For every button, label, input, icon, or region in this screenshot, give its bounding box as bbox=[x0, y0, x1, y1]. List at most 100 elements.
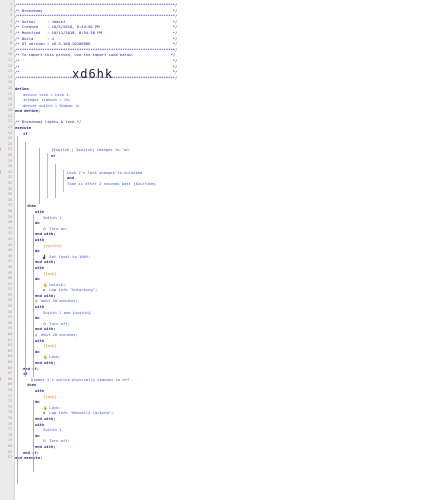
code-token: do bbox=[35, 248, 40, 254]
code-token: /* */ bbox=[15, 63, 178, 69]
code-token: do bbox=[35, 348, 40, 354]
code-token: Switch 1 bbox=[43, 427, 62, 433]
code-area[interactable]: 1/**************************************… bbox=[0, 2, 415, 461]
code-token: end define; bbox=[15, 108, 41, 114]
line-content: /* */ bbox=[15, 64, 177, 69]
code-token: {switch} bbox=[43, 242, 62, 248]
line-content: Switch 1 bbox=[43, 427, 61, 432]
code-token: Unlock; bbox=[49, 281, 66, 287]
code-token: /* */ bbox=[15, 57, 178, 63]
line-content: with bbox=[35, 338, 44, 343]
line-content: do bbox=[35, 399, 40, 404]
power-icon: ⏻ bbox=[43, 439, 46, 444]
line-content: ▮ Log info "Unlocking"; bbox=[43, 287, 97, 292]
code-token: integer timeout = 20; bbox=[23, 97, 72, 103]
line-content: end with; bbox=[35, 259, 56, 264]
code-token: /* To import this piston, use the import… bbox=[15, 52, 176, 58]
code-token: or bbox=[51, 153, 56, 159]
code-token: end with; bbox=[35, 292, 56, 298]
line-content: {$switch | $switch} changes to 'on' bbox=[51, 147, 131, 152]
code-token: do bbox=[35, 220, 40, 226]
line-content: Time is after 2 seconds past {$curtime} bbox=[67, 181, 156, 186]
code-token: device switch = Dimmer 4; bbox=[23, 102, 81, 108]
line-content: do bbox=[35, 433, 40, 438]
lock-icon: 🔒 bbox=[43, 355, 48, 360]
code-token: /* Build : 4 */ bbox=[15, 35, 178, 41]
line-content: 🔒 Lock; bbox=[43, 405, 61, 410]
power-icon: ⏻ bbox=[43, 226, 46, 231]
line-content: with bbox=[35, 304, 44, 309]
code-token: end with; bbox=[35, 443, 56, 449]
code-token: Set level to 100%; bbox=[49, 253, 91, 259]
line-content: end define; bbox=[15, 108, 40, 113]
line-content: 🔒 Unlock; bbox=[43, 282, 65, 287]
code-token: Log info "Unlocking"; bbox=[49, 287, 98, 293]
line-content: {lock} bbox=[43, 394, 57, 399]
line-content: /***************************************… bbox=[15, 2, 177, 7]
code-token: /* Author : JamieJ */ bbox=[15, 18, 178, 24]
code-token: then bbox=[27, 382, 37, 388]
code-token: then bbox=[27, 203, 37, 209]
line-content: /***************************************… bbox=[15, 47, 177, 52]
code-token: define bbox=[15, 85, 29, 91]
line-number: 82 bbox=[7, 455, 12, 460]
level-icon: ▟ bbox=[43, 254, 46, 259]
line-content: {switch} bbox=[43, 243, 61, 248]
line-content: Switch 1 and {switch} bbox=[43, 310, 91, 315]
code-token: with bbox=[35, 264, 45, 270]
line-content: if bbox=[23, 131, 28, 136]
line-content: Switch 1 bbox=[43, 215, 61, 220]
code-token: and bbox=[67, 175, 74, 181]
code-token: {lock} bbox=[43, 343, 57, 349]
line-content: device switch = Dimmer 4; bbox=[23, 103, 80, 108]
block-guide bbox=[55, 164, 56, 198]
code-token: Turn off; bbox=[49, 320, 70, 326]
line-content: end with; bbox=[35, 293, 56, 298]
code-token: with bbox=[35, 236, 45, 242]
line-content: /***************************************… bbox=[15, 75, 177, 80]
code-token: Log info "Manually locking"; bbox=[49, 410, 114, 416]
line-content: with bbox=[35, 237, 44, 242]
log-icon: ▮ bbox=[43, 411, 46, 416]
lock-icon: 🔒 bbox=[43, 282, 48, 287]
code-token: Dimmer 1's switch physically changes to … bbox=[31, 376, 130, 382]
code-token: /* */ bbox=[15, 69, 178, 75]
code-token: end if; bbox=[23, 449, 40, 455]
code-token: /* UI version : v0.3.108.20180906 */ bbox=[15, 41, 178, 47]
line-content: {lock} bbox=[43, 271, 57, 276]
code-token: end with; bbox=[35, 231, 56, 237]
code-token: do bbox=[35, 399, 40, 405]
code-token: /* Breezeway */ bbox=[15, 7, 178, 13]
line-content: /* Build : 4 */ bbox=[15, 36, 177, 41]
power-icon: ⏻ bbox=[43, 321, 46, 326]
block-guide bbox=[47, 153, 48, 198]
block-guide bbox=[17, 136, 18, 484]
line-content: end with; bbox=[35, 444, 56, 449]
code-token: do bbox=[35, 432, 40, 438]
block-guide bbox=[63, 170, 64, 193]
line-content: ◷ Wait 20 minutes; bbox=[35, 298, 78, 303]
line-content: end with; bbox=[35, 416, 56, 421]
code-token: with bbox=[35, 337, 45, 343]
code-token: /* Breezeway lights & lock */ bbox=[15, 119, 82, 125]
line-content: ⏻ Turn on; bbox=[43, 226, 68, 231]
line-content: /* */ bbox=[15, 69, 177, 74]
line-content: then bbox=[27, 203, 36, 208]
log-icon: ▮ bbox=[43, 288, 46, 293]
block-guide bbox=[33, 214, 34, 378]
line-content: ▟ Set level to 100%; bbox=[43, 254, 90, 259]
code-token: with bbox=[35, 387, 45, 393]
code-token: Turn on; bbox=[49, 225, 68, 231]
line-content: integer timeout = 20; bbox=[23, 97, 71, 102]
block-guide bbox=[33, 399, 34, 473]
line-content: define bbox=[15, 86, 29, 91]
line-content: then bbox=[27, 382, 36, 387]
line-content: end with; bbox=[35, 360, 56, 365]
line-content: or bbox=[51, 153, 56, 158]
line-content: /* */ bbox=[15, 58, 177, 63]
code-line[interactable]: 82 end execute; bbox=[8, 455, 415, 461]
clock-icon: ◷ bbox=[35, 299, 38, 304]
line-content: ◷ Wait 20 minutes; bbox=[35, 332, 78, 337]
code-token: Switch 1 bbox=[43, 214, 62, 220]
code-token: /***************************************… bbox=[15, 2, 178, 7]
